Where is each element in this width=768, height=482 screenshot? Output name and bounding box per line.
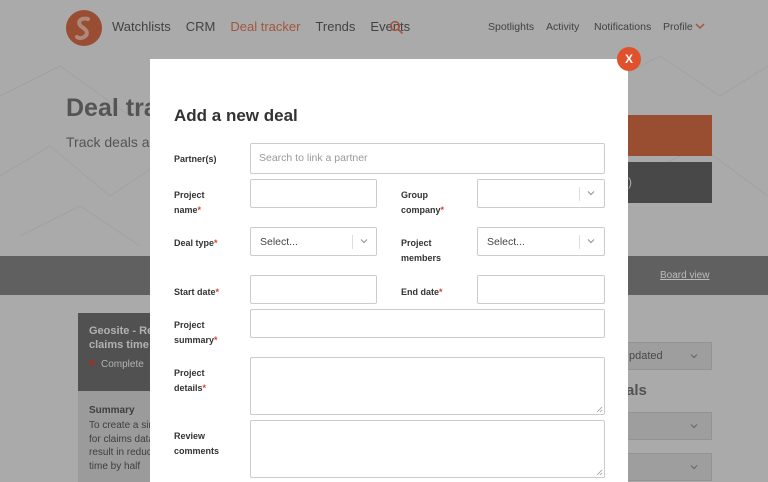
required-mark: *: [197, 205, 202, 215]
project-summary-input[interactable]: [250, 309, 605, 338]
deal-type-label-text: Deal type: [174, 238, 215, 248]
required-mark: *: [214, 238, 218, 248]
project-members-label-text: Project members: [401, 238, 442, 263]
chevron-down-icon[interactable]: [359, 236, 369, 246]
end-date-input[interactable]: [477, 275, 605, 304]
required-mark: *: [214, 335, 218, 345]
project-summary-label: Project summary*: [174, 318, 234, 348]
project-details-textarea[interactable]: [250, 357, 605, 415]
partners-search-input[interactable]: Search to link a partner: [250, 143, 605, 174]
start-date-input[interactable]: [250, 275, 377, 304]
required-mark: *: [202, 383, 207, 393]
project-details-label: Project details*: [174, 366, 234, 396]
resize-handle-icon[interactable]: [596, 406, 603, 413]
project-summary-label-text: Project summary: [174, 320, 215, 345]
end-date-label: End date*: [401, 285, 443, 300]
deal-type-select[interactable]: Select...: [250, 227, 377, 256]
project-members-value: Select...: [487, 236, 525, 248]
end-date-label-text: End date: [401, 287, 440, 297]
deal-type-label: Deal type*: [174, 236, 218, 251]
modal-title: Add a new deal: [174, 106, 298, 125]
close-modal-button[interactable]: X: [617, 47, 641, 71]
chevron-down-icon[interactable]: [586, 236, 596, 246]
review-comments-label-text: Review comments: [174, 431, 220, 456]
required-mark: *: [215, 287, 220, 297]
project-name-label: Project name*: [174, 188, 234, 218]
start-date-label: Start date*: [174, 285, 219, 300]
add-deal-modal: Add a new deal Partner(s) Search to link…: [150, 59, 628, 482]
partners-placeholder: Search to link a partner: [259, 152, 368, 164]
group-company-select[interactable]: [477, 179, 605, 208]
deal-type-value: Select...: [260, 236, 298, 248]
start-date-label-text: Start date: [174, 287, 216, 297]
project-members-select[interactable]: Select...: [477, 227, 605, 256]
select-separator: [579, 187, 580, 201]
resize-handle-icon[interactable]: [596, 469, 603, 476]
group-company-label-text: Group company: [401, 190, 441, 215]
group-company-label: Group company*: [401, 188, 461, 218]
project-name-input[interactable]: [250, 179, 377, 208]
review-comments-label: Review comments: [174, 429, 234, 459]
partners-label-text: Partner(s): [174, 154, 217, 164]
partners-label: Partner(s): [174, 152, 217, 167]
required-mark: *: [439, 287, 443, 297]
review-comments-textarea[interactable]: [250, 420, 605, 478]
select-separator: [579, 235, 580, 249]
chevron-down-icon[interactable]: [586, 188, 596, 198]
select-separator: [352, 235, 353, 249]
project-details-label-text: Project details: [174, 368, 205, 393]
project-members-label: Project members: [401, 236, 461, 266]
required-mark: *: [440, 205, 445, 215]
